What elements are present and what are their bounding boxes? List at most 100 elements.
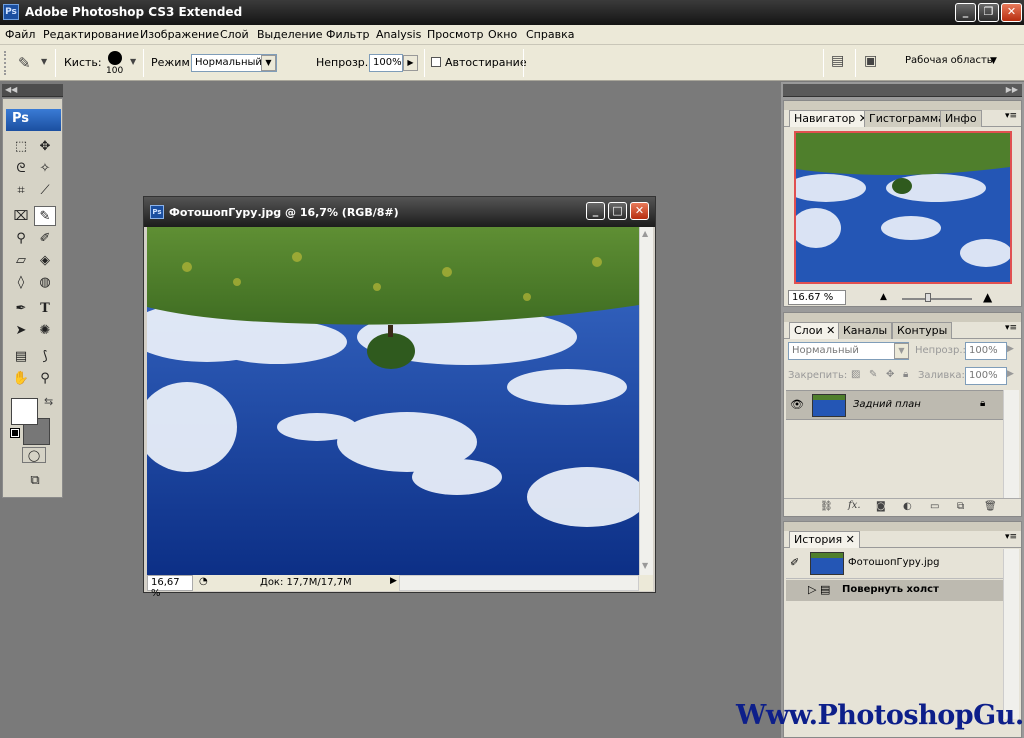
new-group-icon[interactable]: ▭	[930, 501, 939, 512]
visibility-eye-icon[interactable]: 👁︎	[790, 398, 804, 411]
layer-style-icon[interactable]: fx.	[848, 500, 861, 511]
layers-scrollbar[interactable]	[1003, 390, 1019, 498]
scroll-up-icon[interactable]: ▲	[642, 229, 648, 238]
swap-colors-icon[interactable]: ⇆	[44, 395, 53, 408]
tab-info[interactable]: Инфо	[940, 110, 982, 127]
menu-file[interactable]: Файл	[5, 28, 35, 41]
foreground-color-swatch[interactable]	[11, 398, 38, 425]
notes-tool-icon[interactable]: ▤	[10, 346, 32, 366]
adjustment-layer-icon[interactable]: ◐	[903, 501, 912, 512]
fill-input[interactable]: 100%	[965, 367, 1007, 385]
doc-close-button[interactable]: ✕	[630, 202, 649, 220]
zoom-tool-icon[interactable]: ⚲	[34, 368, 56, 388]
tab-histogram[interactable]: Гистограмма	[864, 110, 950, 127]
magic-wand-tool-icon[interactable]: ✧	[34, 158, 56, 178]
path-selection-tool-icon[interactable]: ➤	[10, 320, 32, 340]
navigator-zoom-field[interactable]: 16.67 %	[788, 290, 846, 305]
pencil-tool-preset-icon[interactable]: ✎	[18, 54, 31, 72]
blend-mode-select[interactable]: Нормальный	[788, 342, 909, 360]
menu-help[interactable]: Справка	[526, 28, 574, 41]
workspace-dropdown-icon[interactable]: ▼	[990, 56, 997, 66]
tab-history[interactable]: История ✕	[789, 531, 860, 548]
bridge-icon[interactable]: ▣	[864, 53, 877, 69]
add-mask-icon[interactable]: ◙	[876, 501, 886, 512]
menu-analysis[interactable]: Analysis	[376, 28, 421, 41]
panel-grip[interactable]	[784, 101, 1021, 110]
zoom-field[interactable]: 16,67 %	[147, 575, 193, 599]
panel-grip[interactable]	[784, 313, 1021, 322]
delete-layer-icon[interactable]: 🗑︎	[984, 501, 997, 512]
history-snapshot-row[interactable]: ✐ ФотошопГуру.jpg	[786, 549, 1003, 579]
zoom-out-icon[interactable]: ▲	[880, 292, 887, 302]
pencil-tool-icon[interactable]: ✎	[34, 206, 56, 226]
opacity-input[interactable]: 100%	[369, 54, 403, 72]
marquee-tool-icon[interactable]: ⬚	[10, 136, 32, 156]
doc-minimize-button[interactable]: _	[586, 202, 605, 220]
opacity-slider-icon[interactable]: ▶	[403, 55, 418, 71]
history-brush-tool-icon[interactable]: ✐	[34, 228, 56, 248]
lock-position-icon[interactable]: ✥	[886, 369, 894, 380]
history-step-row[interactable]: ▷ ▤ Повернуть холст	[786, 580, 1003, 601]
toolbox-header-grip[interactable]: ◀◀	[2, 84, 63, 97]
tab-channels[interactable]: Каналы	[838, 322, 893, 339]
layer-opacity-arrow-icon[interactable]: ▶	[1007, 344, 1014, 354]
history-brush-source-icon[interactable]: ✐	[790, 556, 799, 569]
blend-mode-dropdown-icon[interactable]: ▼	[894, 343, 909, 359]
brush-preview-icon[interactable]	[108, 51, 122, 65]
minimize-button[interactable]: _	[955, 3, 976, 22]
paint-bucket-tool-icon[interactable]: ◈	[34, 250, 56, 270]
zoom-slider[interactable]	[902, 298, 972, 300]
zoom-slider-thumb[interactable]	[925, 293, 931, 302]
screen-mode-icon[interactable]: ⧉	[22, 471, 48, 489]
doc-maximize-button[interactable]: □	[608, 202, 627, 220]
fill-arrow-icon[interactable]: ▶	[1007, 369, 1014, 379]
options-grip[interactable]	[4, 51, 12, 75]
lasso-tool-icon[interactable]: ᘓ	[10, 158, 32, 178]
photoshop-badge-icon[interactable]: Ps	[6, 109, 61, 131]
layer-opacity-input[interactable]: 100%	[965, 342, 1007, 360]
lock-all-icon[interactable]: 🔒︎	[903, 369, 908, 380]
close-button[interactable]: ✕	[1001, 3, 1022, 22]
chevron-down-icon[interactable]: ▼	[41, 57, 47, 66]
tab-layers[interactable]: Слои ✕	[789, 322, 841, 339]
workspace-menu[interactable]: Рабочая область	[905, 55, 993, 66]
quick-mask-icon[interactable]: ◯	[22, 447, 46, 463]
menu-filter[interactable]: Фильтр	[326, 28, 370, 41]
pen-tool-icon[interactable]: ✒	[10, 298, 32, 318]
lock-pixels-icon[interactable]: ✎	[869, 369, 877, 380]
tab-paths[interactable]: Контуры	[892, 322, 953, 339]
dodge-tool-icon[interactable]: ◍	[34, 272, 56, 292]
link-layers-icon[interactable]: ⛓︎	[820, 501, 833, 512]
status-menu-icon[interactable]: ◔	[199, 576, 208, 587]
lock-transparency-icon[interactable]: ▨	[851, 369, 860, 380]
default-colors-icon[interactable]	[10, 428, 20, 438]
panel-menu-icon[interactable]: ▾≡	[1005, 323, 1017, 333]
clone-stamp-tool-icon[interactable]: ⚲	[10, 228, 32, 248]
document-title-bar[interactable]: Ps ФотошопГуру.jpg @ 16,7% (RGB/8#) _ □ …	[144, 197, 655, 227]
menu-edit[interactable]: Редактирование	[43, 28, 139, 41]
brush-dropdown-icon[interactable]: ▼	[130, 57, 136, 66]
slice-tool-icon[interactable]: ⟋	[34, 180, 56, 200]
palette-well-icon[interactable]: ▤	[831, 53, 844, 69]
move-tool-icon[interactable]: ✥	[34, 136, 56, 156]
menu-select[interactable]: Выделение	[257, 28, 323, 41]
auto-erase-checkbox[interactable]	[431, 57, 441, 67]
canvas-image[interactable]	[147, 227, 639, 575]
new-layer-icon[interactable]: ⧉	[957, 501, 964, 512]
mode-dropdown-icon[interactable]: ▼	[261, 55, 276, 71]
menu-view[interactable]: Просмотр	[427, 28, 483, 41]
menu-image[interactable]: Изображение	[140, 28, 219, 41]
vertical-scrollbar[interactable]: ▲ ▼	[639, 227, 653, 575]
hand-tool-icon[interactable]: ✋	[10, 368, 32, 388]
status-arrow-icon[interactable]: ▶	[390, 576, 397, 586]
menu-window[interactable]: Окно	[488, 28, 517, 41]
panel-menu-icon[interactable]: ▾≡	[1005, 532, 1017, 542]
dock-grip[interactable]: ▶▶	[783, 84, 1022, 97]
zoom-in-icon[interactable]: ▲	[983, 290, 992, 304]
panel-menu-icon[interactable]: ▾≡	[1005, 111, 1017, 121]
navigator-preview[interactable]	[794, 131, 1012, 284]
layer-row[interactable]: 👁︎ Задний план 🔒︎	[786, 390, 1003, 420]
tab-navigator[interactable]: Навигатор ✕	[789, 110, 874, 127]
crop-tool-icon[interactable]: ⌗	[10, 180, 32, 200]
horizontal-scrollbar[interactable]	[399, 575, 639, 591]
